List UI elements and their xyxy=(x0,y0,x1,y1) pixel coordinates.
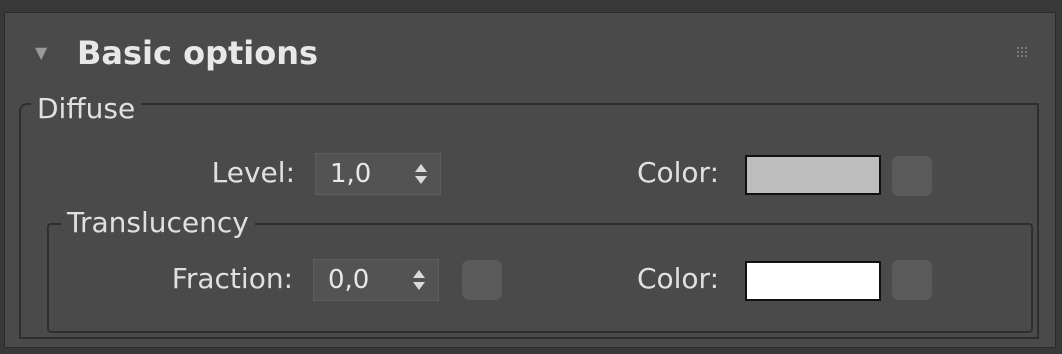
rollout-header[interactable]: ▼ Basic options xyxy=(5,13,1055,97)
panel-title: Basic options xyxy=(77,34,319,72)
spinner-down-icon[interactable] xyxy=(415,176,427,184)
spinner-up-icon[interactable] xyxy=(415,164,427,172)
collapse-arrow-icon[interactable]: ▼ xyxy=(35,45,47,61)
basic-options-panel: ▼ Basic options Diffuse Level: 1,0 Color… xyxy=(4,12,1056,348)
fraction-label: Fraction: xyxy=(171,262,293,295)
diffuse-color-map-button[interactable] xyxy=(891,155,933,197)
translucency-color-swatch[interactable] xyxy=(745,261,881,301)
translucency-group-label: Translucency xyxy=(61,209,255,237)
spinner-arrows-icon[interactable] xyxy=(414,162,428,186)
fraction-spinner[interactable]: 0,0 xyxy=(313,259,439,301)
diffuse-group-label: Diffuse xyxy=(31,95,142,123)
spinner-down-icon[interactable] xyxy=(413,282,425,290)
spinner-arrows-icon[interactable] xyxy=(412,268,426,292)
translucency-color-label: Color: xyxy=(636,262,719,295)
translucency-color-map-button[interactable] xyxy=(891,259,933,301)
diffuse-color-label: Color: xyxy=(636,156,719,189)
level-label: Level: xyxy=(211,156,295,189)
fraction-value[interactable]: 0,0 xyxy=(328,267,369,293)
level-value[interactable]: 1,0 xyxy=(330,161,371,187)
level-spinner[interactable]: 1,0 xyxy=(315,153,441,195)
spinner-up-icon[interactable] xyxy=(413,270,425,278)
diffuse-color-swatch[interactable] xyxy=(745,155,881,195)
fraction-map-button[interactable] xyxy=(461,259,503,301)
drag-grip-icon[interactable] xyxy=(1017,47,1031,61)
